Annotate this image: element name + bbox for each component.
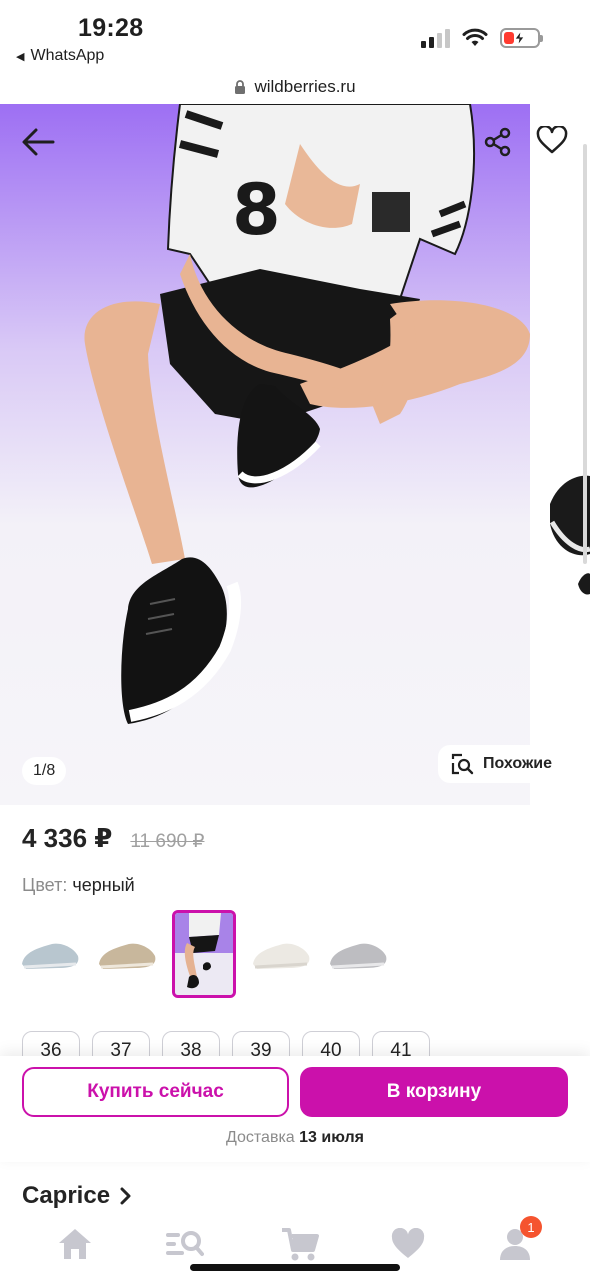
heart-icon <box>536 126 568 154</box>
current-price: 4 336 ₽ <box>22 823 113 853</box>
product-photo[interactable]: 8 <box>0 104 530 805</box>
swatch-beige[interactable] <box>95 910 159 998</box>
similar-label: Похожие <box>483 755 553 772</box>
delivery-info: Доставка 13 июля <box>0 1129 590 1147</box>
favorites-icon <box>391 1228 425 1258</box>
tab-catalog[interactable] <box>162 1224 206 1264</box>
battery-icon <box>500 28 543 48</box>
product-gallery[interactable]: 8 1/8 Похожие <box>0 104 590 805</box>
color-swatches <box>18 910 390 998</box>
chevron-right-icon <box>120 1187 131 1205</box>
wifi-icon <box>462 28 488 46</box>
status-icons <box>421 28 543 48</box>
profile-badge: 1 <box>520 1216 542 1238</box>
brand-link[interactable]: Caprice <box>22 1182 132 1210</box>
back-button[interactable] <box>18 122 58 162</box>
catalog-search-icon <box>166 1231 204 1256</box>
url-domain: wildberries.ru <box>254 77 356 96</box>
home-indicator <box>190 1264 400 1271</box>
price-row: 4 336 ₽ 11 690 ₽ <box>22 823 204 854</box>
swatch-white[interactable] <box>249 910 313 998</box>
back-triangle-icon: ◀ <box>16 50 25 63</box>
swatch-light-blue[interactable] <box>18 910 82 998</box>
color-label: Цвет: <box>22 875 68 895</box>
buy-panel: Купить сейчас В корзину Доставка 13 июля <box>0 1056 590 1162</box>
swatch-grey[interactable] <box>326 910 390 998</box>
delivery-date: 13 июля <box>299 1129 364 1146</box>
similar-button[interactable]: Похожие <box>438 745 568 783</box>
swatch-black-selected[interactable] <box>172 910 236 998</box>
photo-counter: 1/8 <box>22 757 67 785</box>
home-icon <box>59 1229 91 1259</box>
cart-icon <box>282 1228 319 1261</box>
tab-cart[interactable] <box>278 1224 322 1264</box>
share-button[interactable] <box>480 124 516 160</box>
url-bar[interactable]: wildberries.ru <box>0 72 590 102</box>
brand-name: Caprice <box>22 1182 111 1209</box>
old-price: 11 690 ₽ <box>130 831 205 852</box>
buy-now-button[interactable]: Купить сейчас <box>22 1067 289 1117</box>
svg-text:8: 8 <box>232 169 281 251</box>
color-row: Цвет: черный <box>22 875 135 896</box>
next-photo-preview[interactable] <box>530 104 590 805</box>
back-app-label: WhatsApp <box>30 47 105 64</box>
gallery-scroll-track <box>583 144 587 564</box>
share-icon <box>484 127 511 157</box>
tab-home[interactable] <box>53 1224 97 1264</box>
lock-icon <box>235 79 246 94</box>
arrow-left-icon <box>22 128 55 156</box>
favorite-button[interactable] <box>532 120 572 160</box>
visual-search-icon <box>451 753 474 775</box>
delivery-label: Доставка <box>225 1129 295 1146</box>
add-to-cart-button[interactable]: В корзину <box>300 1067 568 1117</box>
color-value: черный <box>72 875 135 895</box>
cellular-signal-icon <box>421 28 450 48</box>
status-time: 19:28 <box>78 14 144 42</box>
back-to-app-link[interactable]: ◀ WhatsApp <box>16 47 104 65</box>
tab-favorites[interactable] <box>386 1224 430 1264</box>
status-bar: 19:28 ◀ WhatsApp <box>0 0 590 70</box>
